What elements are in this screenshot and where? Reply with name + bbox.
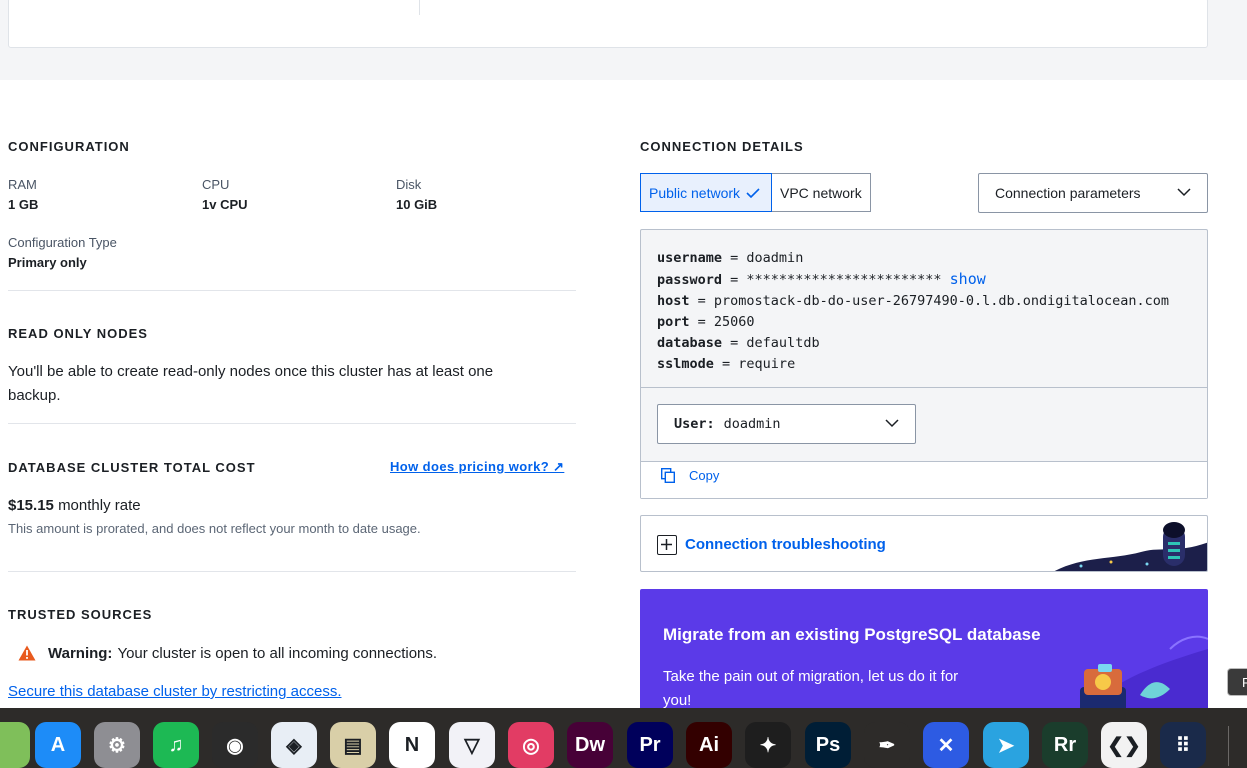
ram-label: RAM [8, 177, 37, 192]
promo-title: Migrate from an existing PostgreSQL data… [663, 625, 1041, 644]
dock-icon-xmind[interactable]: ✕ [923, 722, 969, 768]
copy-icon [661, 468, 675, 483]
connection-troubleshooting-panel[interactable]: Connection troubleshooting [640, 515, 1208, 572]
chevron-down-icon [1177, 188, 1191, 197]
dock-icon-figma[interactable]: ✦ [745, 722, 791, 768]
dock-icon-sketchup[interactable]: ◈ [271, 722, 317, 768]
trusted-sources-title: TRUSTED SOURCES [8, 607, 153, 622]
divider [8, 571, 576, 572]
divider [8, 423, 576, 424]
total-cost-title: DATABASE CLUSTER TOTAL COST [8, 460, 256, 475]
secure-cluster-link[interactable]: Secure this database cluster by restrict… [8, 683, 342, 700]
warning-text: Your cluster is open to all incoming con… [117, 644, 438, 662]
connection-details-title: CONNECTION DETAILS [640, 139, 804, 154]
dock-icon-proton-vpn[interactable]: ▽ [449, 722, 495, 768]
dock-icon-dreamweaver[interactable]: Dw [567, 722, 613, 768]
dock-icon-system-settings[interactable]: ⚙ [94, 722, 140, 768]
dock-icon-premiere-pro[interactable]: Pr [627, 722, 673, 768]
chevron-down-icon [885, 419, 899, 428]
pricing-help-link[interactable]: How does pricing work? ↗ [390, 459, 564, 475]
cost-rate-label: monthly rate [58, 497, 141, 514]
param-key: database [657, 335, 723, 351]
param-key: username [657, 250, 723, 266]
dock-icon-illustrator[interactable]: Ai [686, 722, 732, 768]
connection-parameters: username = doadmin password = **********… [657, 250, 1170, 372]
connection-parameters-box: username = doadmin password = **********… [640, 229, 1208, 499]
cost-note: This amount is prorated, and does not re… [8, 521, 421, 536]
param-key: host [657, 293, 690, 309]
user-select-label: User: [674, 416, 715, 432]
divider [641, 387, 1207, 388]
dock-icon-notion[interactable]: N [389, 722, 435, 768]
param-value: 25060 [713, 314, 755, 330]
show-password-link[interactable]: show [950, 270, 986, 288]
disk-label: Disk [396, 177, 422, 192]
connection-format-select[interactable]: Connection parameters [978, 173, 1208, 213]
dock-icon-vscode[interactable]: ❮❯ [1101, 722, 1147, 768]
check-icon [746, 187, 760, 198]
dock: A ⚙ ♫ ◉ ◈ ▤ N ▽ ◎ Dw Pr Ai ✦ Ps ✒ ✕ ➤ Rr… [0, 708, 1247, 768]
top-band [0, 0, 1247, 80]
dock-icon-creative-cloud[interactable]: ◎ [508, 722, 554, 768]
dock-icon-rr-app[interactable]: Rr [1042, 722, 1088, 768]
dock-icon-launchpad[interactable]: ⠿ [1160, 722, 1206, 768]
user-select-value: doadmin [723, 416, 781, 432]
user-select[interactable]: User: doadmin [657, 404, 916, 444]
dock-icon-inkscape[interactable]: ✒ [864, 722, 910, 768]
param-key: port [657, 314, 690, 330]
troubleshooting-illustration [1054, 522, 1207, 571]
dock-icon-preview[interactable]: ▤ [330, 722, 376, 768]
tab-label: Public network [649, 184, 741, 201]
copy-row: Copy [641, 462, 1207, 498]
config-type-label: Configuration Type [8, 235, 117, 250]
config-type-value: Primary only [8, 255, 87, 270]
edge-button[interactable]: F [1227, 668, 1247, 696]
warning-icon [18, 645, 36, 661]
tab-vpc-network[interactable]: VPC network [772, 173, 871, 212]
tab-public-network[interactable]: Public network [640, 173, 772, 212]
tab-label: VPC network [780, 184, 862, 201]
ram-value: 1 GB [8, 197, 39, 212]
divider [8, 290, 576, 291]
expand-plus-icon [657, 535, 677, 555]
card-divider [419, 0, 420, 15]
param-value: defaultdb [746, 335, 820, 351]
param-value: ************************ [746, 272, 942, 288]
summary-card [8, 0, 1208, 48]
migration-promo-card: Migrate from an existing PostgreSQL data… [640, 589, 1208, 719]
dock-icon-spotify[interactable]: ♫ [153, 722, 199, 768]
dock-icon-blender[interactable]: ◉ [212, 722, 258, 768]
cpu-value: 1v CPU [202, 197, 248, 212]
param-key: sslmode [657, 356, 714, 372]
cpu-label: CPU [202, 177, 230, 192]
migration-illustration [1080, 635, 1208, 719]
copy-label: Copy [689, 468, 720, 483]
cost-amount: $15.15 [8, 497, 54, 514]
dock-icon-photos[interactable] [0, 722, 30, 768]
dock-separator [1228, 726, 1229, 766]
read-only-nodes-text: You'll be able to create read-only nodes… [8, 363, 494, 404]
copy-button[interactable]: Copy [661, 468, 719, 483]
disk-value: 10 GiB [396, 197, 438, 212]
select-value: Connection parameters [995, 185, 1141, 201]
connection-troubleshooting-label: Connection troubleshooting [685, 536, 886, 553]
configuration-title: CONFIGURATION [8, 139, 130, 154]
promo-text: Take the pain out of migration, let us d… [663, 668, 959, 709]
param-value: doadmin [746, 250, 804, 266]
cost-row: $15.15 monthly rate [8, 497, 141, 514]
warning-label: Warning: [48, 644, 113, 662]
param-key: password [657, 272, 723, 288]
trusted-warning: Warning: Your cluster is open to all inc… [18, 643, 437, 663]
read-only-nodes-title: READ ONLY NODES [8, 326, 148, 341]
dock-icon-photoshop[interactable]: Ps [805, 722, 851, 768]
param-value: promostack-db-do-user-26797490-0.l.db.on… [713, 293, 1170, 309]
param-value: require [738, 356, 796, 372]
dock-icon-telegram[interactable]: ➤ [983, 722, 1029, 768]
dock-icon-app-store[interactable]: A [35, 722, 81, 768]
network-tabs: Public network VPC network [640, 173, 871, 212]
